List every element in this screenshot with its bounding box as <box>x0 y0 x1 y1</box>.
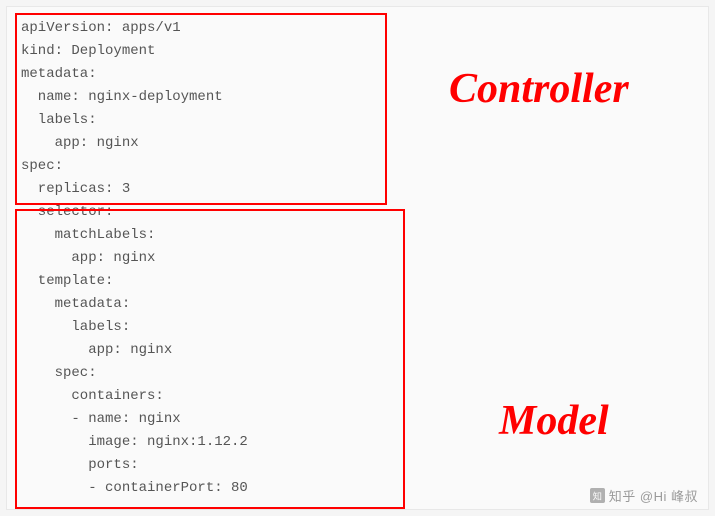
watermark-author: @Hi 峰叔 <box>640 489 698 504</box>
controller-region-box <box>15 13 387 205</box>
svg-text:知: 知 <box>592 490 602 501</box>
zhihu-icon: 知 <box>590 488 605 503</box>
model-label: Model <box>499 397 609 445</box>
watermark-site: 知乎 <box>609 489 636 504</box>
diagram-canvas: apiVersion: apps/v1 kind: Deployment met… <box>6 6 709 510</box>
model-region-box <box>15 209 405 509</box>
controller-label: Controller <box>449 65 629 113</box>
watermark: 知 知乎 @Hi 峰叔 <box>590 486 698 505</box>
